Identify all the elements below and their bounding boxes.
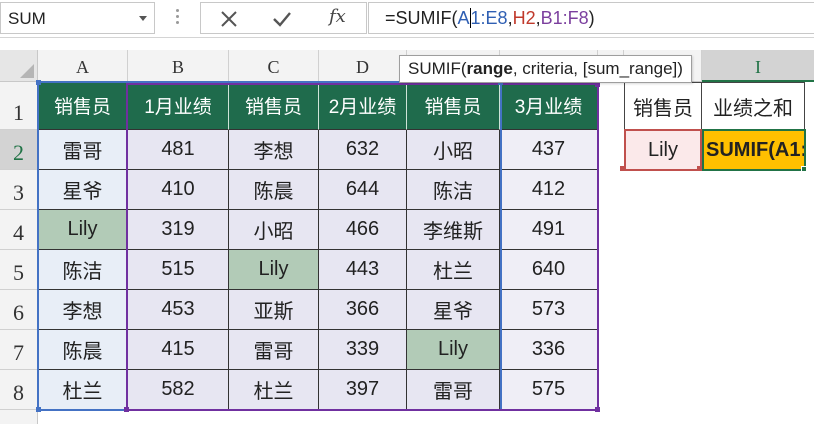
table-cell[interactable]: 336 (500, 330, 598, 370)
table-header[interactable]: 销售员 (407, 82, 500, 130)
active-cell-i2[interactable]: SUMIF(A1:E (702, 129, 806, 171)
table-cell[interactable]: 412 (500, 170, 598, 210)
table-cell[interactable]: 366 (319, 290, 407, 330)
row-header-3[interactable]: 3 (0, 170, 38, 210)
cancel-button[interactable] (205, 3, 255, 33)
table-cell[interactable]: 575 (500, 370, 598, 410)
range-handle[interactable] (124, 407, 129, 412)
table-cell[interactable]: 雷哥 (38, 130, 128, 170)
table-cell[interactable]: 339 (319, 330, 407, 370)
table-cell[interactable]: 443 (319, 250, 407, 290)
row-header-9[interactable] (0, 410, 38, 424)
col-header-b[interactable]: B (128, 50, 229, 82)
formula-buttons: fx (200, 2, 367, 34)
lookup-header-total[interactable]: 业绩之和 (701, 82, 805, 130)
table-cell[interactable]: 515 (128, 250, 229, 290)
table-cell[interactable]: 481 (128, 130, 229, 170)
table-cell[interactable]: 491 (500, 210, 598, 250)
table-cell[interactable]: 582 (128, 370, 229, 410)
table-cell[interactable]: 雷哥 (229, 330, 319, 370)
col-header-a[interactable]: A (38, 50, 128, 82)
table-header[interactable]: 3月业绩 (500, 82, 598, 130)
range-handle[interactable] (620, 166, 625, 171)
range-handle[interactable] (697, 166, 702, 171)
table-cell[interactable]: 415 (128, 330, 229, 370)
table-cell-highlight[interactable]: Lily (38, 210, 128, 250)
table-cell[interactable]: 573 (500, 290, 598, 330)
table-header[interactable]: 销售员 (38, 82, 128, 130)
table-cell[interactable]: 李维斯 (407, 210, 500, 250)
table-cell[interactable]: 亚斯 (229, 290, 319, 330)
table-cell[interactable]: 410 (128, 170, 229, 210)
row-header-4[interactable]: 4 (0, 210, 38, 250)
lookup-header-name[interactable]: 销售员 (624, 82, 702, 130)
range-handle[interactable] (595, 407, 600, 412)
table-cell[interactable]: 466 (319, 210, 407, 250)
row-header-7[interactable]: 7 (0, 330, 38, 370)
table-cell-highlight[interactable]: Lily (407, 330, 500, 370)
table-cell[interactable]: 陈洁 (407, 170, 500, 210)
fx-icon: fx (329, 6, 346, 27)
table-header[interactable]: 销售员 (229, 82, 319, 130)
table-cell[interactable]: 李想 (229, 130, 319, 170)
table-cell[interactable]: 李想 (38, 290, 128, 330)
table-cell[interactable]: 杜兰 (229, 370, 319, 410)
row-header-8[interactable]: 8 (0, 370, 38, 410)
table-cell[interactable]: 杜兰 (407, 250, 500, 290)
select-all-corner[interactable] (0, 50, 38, 82)
table-cell[interactable]: 小昭 (229, 210, 319, 250)
table-cell-highlight[interactable]: Lily (229, 250, 319, 290)
col-header-d[interactable]: D (319, 50, 407, 82)
name-box[interactable]: SUM (0, 2, 155, 34)
table-cell[interactable]: 杜兰 (38, 370, 128, 410)
table-cell[interactable]: 雷哥 (407, 370, 500, 410)
formula-input[interactable]: =SUMIF(A1:E8,H2,B1:F8) (368, 2, 814, 34)
table-cell[interactable]: 640 (500, 250, 598, 290)
table-cell[interactable]: 437 (500, 130, 598, 170)
row-header-5[interactable]: 5 (0, 250, 38, 290)
range-handle[interactable] (36, 407, 41, 412)
table-cell[interactable]: 397 (319, 370, 407, 410)
table-cell[interactable]: 319 (128, 210, 229, 250)
formula-bar: SUM fx =SUMIF(A1:E8,H2,B1:F8) (0, 0, 814, 38)
col-header-i[interactable]: I (702, 50, 814, 82)
row-header-2[interactable]: 2 (0, 130, 38, 170)
table-cell[interactable]: 陈洁 (38, 250, 128, 290)
close-icon (221, 11, 237, 27)
row-header-6[interactable]: 6 (0, 290, 38, 330)
table-cell[interactable]: 453 (128, 290, 229, 330)
worksheet: A B C D E F G H I 1 2 3 4 5 6 7 8 销售员 1月… (0, 50, 814, 424)
table-cell[interactable]: 星爷 (407, 290, 500, 330)
table-cell[interactable]: 644 (319, 170, 407, 210)
table-cell[interactable]: 陈晨 (229, 170, 319, 210)
function-tooltip[interactable]: SUMIF(range, criteria, [sum_range]) (399, 55, 692, 83)
range-handle[interactable] (36, 80, 41, 85)
table-cell[interactable]: 星爷 (38, 170, 128, 210)
formula-text: =SUMIF(A1:E8,H2,B1:F8) (385, 8, 595, 28)
table-cell[interactable]: 小昭 (407, 130, 500, 170)
enter-button[interactable] (257, 3, 307, 33)
row-header-1[interactable]: 1 (0, 82, 38, 130)
criteria-cell-h2[interactable]: Lily (624, 129, 702, 171)
table-cell[interactable]: 632 (319, 130, 407, 170)
table-header[interactable]: 1月业绩 (128, 82, 229, 130)
name-box-value: SUM (8, 9, 46, 28)
check-icon (273, 12, 291, 27)
insert-function-button[interactable]: fx (313, 3, 363, 33)
drag-dots-icon[interactable] (174, 9, 180, 29)
chevron-down-icon[interactable] (139, 16, 147, 21)
fill-handle[interactable] (801, 166, 807, 172)
table-header[interactable]: 2月业绩 (319, 82, 407, 130)
table-cell[interactable]: 陈晨 (38, 330, 128, 370)
col-header-c[interactable]: C (229, 50, 319, 82)
